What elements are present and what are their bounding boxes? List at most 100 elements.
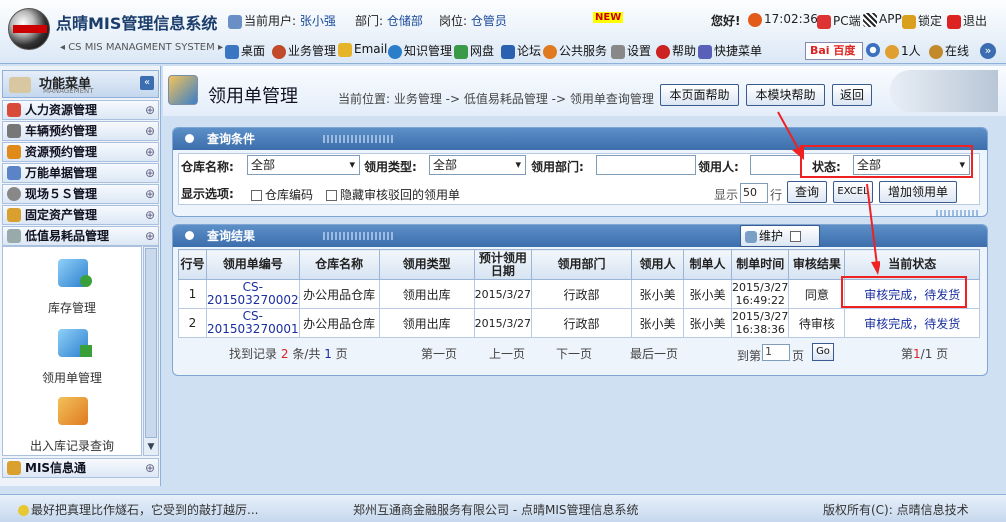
next-page-link[interactable]: 下一页 xyxy=(556,345,592,362)
warehouse-cell: 办公用品仓库 xyxy=(298,279,380,309)
nav-desktop[interactable]: 桌面 xyxy=(225,42,265,59)
date-cell: 2015/3/27 xyxy=(473,279,533,309)
submenu-records[interactable]: 出入库记录查询 xyxy=(3,393,141,455)
exit-icon xyxy=(947,14,961,29)
people-icon xyxy=(885,44,899,59)
handshake-image xyxy=(890,70,998,112)
type-select[interactable]: 全部 xyxy=(429,155,526,175)
date-cell: 2015/3/27 xyxy=(473,308,533,338)
expand-icon: ⊕ xyxy=(144,166,155,180)
table-row[interactable]: 2 CS- 201503270001 办公用品仓库 领用出库 2015/3/27 … xyxy=(178,308,980,338)
col-no: 行号 xyxy=(178,249,207,280)
current-status-highlight-box xyxy=(841,276,967,308)
lock-link[interactable]: 锁定 xyxy=(902,12,942,29)
nav-disk[interactable]: 网盘 xyxy=(454,42,494,59)
option-hide-rejected[interactable]: 隐藏审核驳回的领用单 xyxy=(326,186,460,203)
arrow-icon xyxy=(80,345,92,357)
add-icon xyxy=(80,275,92,287)
expand-icon: ⊕ xyxy=(144,461,155,475)
qr-icon xyxy=(863,12,877,27)
maker-cell: 张小美 xyxy=(683,279,733,309)
col-person: 领用人 xyxy=(631,249,685,280)
last-page-link[interactable]: 最后一页 xyxy=(630,345,678,362)
warehouse-code-checkbox[interactable] xyxy=(251,190,262,201)
prev-page-link[interactable]: 上一页 xyxy=(489,345,525,362)
nav-public[interactable]: 公共服务 xyxy=(543,42,607,59)
dept-input[interactable] xyxy=(596,155,696,175)
clock: 17:02:36 xyxy=(748,12,818,27)
sidebar-item-forms[interactable]: 万能单据管理 ⊕ xyxy=(2,163,159,183)
expand-icon[interactable]: » xyxy=(980,43,996,59)
form-icon xyxy=(7,166,21,180)
sidebar-item-5s[interactable]: 现场５Ｓ管理 ⊕ xyxy=(2,184,159,204)
baidu-search[interactable]: Bai 百度 xyxy=(805,42,863,60)
nav-knowledge[interactable]: 知识管理 xyxy=(388,42,452,59)
current-post: 岗位: 仓管员 xyxy=(439,14,507,28)
hide-rejected-checkbox[interactable] xyxy=(326,190,337,201)
header-decoration xyxy=(323,135,393,143)
page-help-button[interactable]: 本页面帮助 xyxy=(660,84,739,106)
brand-subtitle: ◂ CS MIS MANAGMENT SYSTEM ▸ xyxy=(60,42,223,53)
warehouse-label: 仓库名称: xyxy=(181,160,234,174)
scroll-down-icon[interactable]: ▼ xyxy=(145,441,157,453)
type-cell: 领用出库 xyxy=(378,308,475,338)
sidebar-scrollbar[interactable]: ▼ xyxy=(143,246,159,456)
email-icon xyxy=(338,42,352,57)
sidebar-item-assets[interactable]: 固定资产管理 ⊕ xyxy=(2,205,159,225)
sidebar-submenu: 库存管理 领用单管理 出入库记录查询 xyxy=(2,246,142,456)
col-warehouse: 仓库名称 xyxy=(298,249,380,280)
expand-icon: ⊕ xyxy=(144,187,155,201)
collapse-icon[interactable]: « xyxy=(140,76,154,90)
col-code: 领用单编号 xyxy=(206,249,300,280)
arrow-line xyxy=(777,111,801,153)
module-icon xyxy=(168,75,198,105)
expand-icon: ⊕ xyxy=(144,208,155,222)
scroll-thumb[interactable] xyxy=(145,248,157,438)
sidebar-item-consumables[interactable]: 低值易耗品管理 ⊕ xyxy=(2,226,159,246)
sidebar-item-hr[interactable]: 人力资源管理 ⊕ xyxy=(2,100,159,120)
expand-icon: ⊕ xyxy=(144,145,155,159)
nav-business[interactable]: 业务管理 xyxy=(272,42,336,59)
online-count[interactable]: 1人 xyxy=(885,42,921,59)
go-button[interactable]: Go xyxy=(812,343,834,361)
nav-forum[interactable]: 论坛 xyxy=(501,42,541,59)
nav-settings[interactable]: 设置 xyxy=(611,42,651,59)
submenu-inventory[interactable]: 库存管理 xyxy=(3,255,141,317)
exit-link[interactable]: 退出 xyxy=(947,12,987,29)
show-label: 显示 xyxy=(714,188,739,202)
submenu-requisition[interactable]: 领用单管理 xyxy=(3,325,141,387)
option-warehouse-code[interactable]: 仓库编码 xyxy=(251,186,313,203)
module-help-button[interactable]: 本模块帮助 xyxy=(746,84,825,106)
nav-shortcut[interactable]: 快捷菜单 xyxy=(698,42,762,59)
lock-icon xyxy=(902,14,916,29)
header-decoration xyxy=(323,232,393,240)
add-requisition-button[interactable]: 增加领用单 xyxy=(879,181,957,203)
status-link[interactable]: 审核完成，待发货 xyxy=(844,308,980,338)
first-page-link[interactable]: 第一页 xyxy=(421,345,457,362)
bulb-icon xyxy=(18,505,29,516)
asset-icon xyxy=(7,208,21,222)
sidebar-item-mis[interactable]: MIS信息通 ⊕ xyxy=(2,458,159,478)
search-button[interactable] xyxy=(866,42,882,57)
current-user: 当前用户: 张小强 xyxy=(228,12,336,29)
time-cell: 2015/3/27 16:49:22 xyxy=(731,279,790,309)
online-status[interactable]: 在线 xyxy=(929,42,969,59)
app-link[interactable]: APP xyxy=(863,12,902,27)
user-icon xyxy=(228,14,242,29)
back-button[interactable]: 返回 xyxy=(832,84,872,106)
audit-cell: 同意 xyxy=(788,279,846,309)
sidebar-item-vehicle[interactable]: 车辆预约管理 ⊕ xyxy=(2,121,159,141)
new-badge: NEW xyxy=(593,12,624,23)
requisition-code-link[interactable]: CS- 201503270002 xyxy=(206,279,300,309)
goto-page-input[interactable]: 1 xyxy=(762,344,790,361)
help-icon xyxy=(656,44,670,59)
sidebar-item-resource[interactable]: 资源预约管理 ⊕ xyxy=(2,142,159,162)
app-logo xyxy=(8,8,50,50)
brand-name: 点晴MIS管理信息系统 xyxy=(56,14,218,33)
globe-icon xyxy=(388,44,402,59)
pc-link[interactable]: PC端 xyxy=(817,12,861,29)
warehouse-select[interactable]: 全部 xyxy=(247,155,360,175)
requisition-code-link[interactable]: CS- 201503270001 xyxy=(206,308,300,338)
nav-help[interactable]: 帮助 xyxy=(656,42,696,59)
nav-email[interactable]: Email xyxy=(338,42,387,57)
